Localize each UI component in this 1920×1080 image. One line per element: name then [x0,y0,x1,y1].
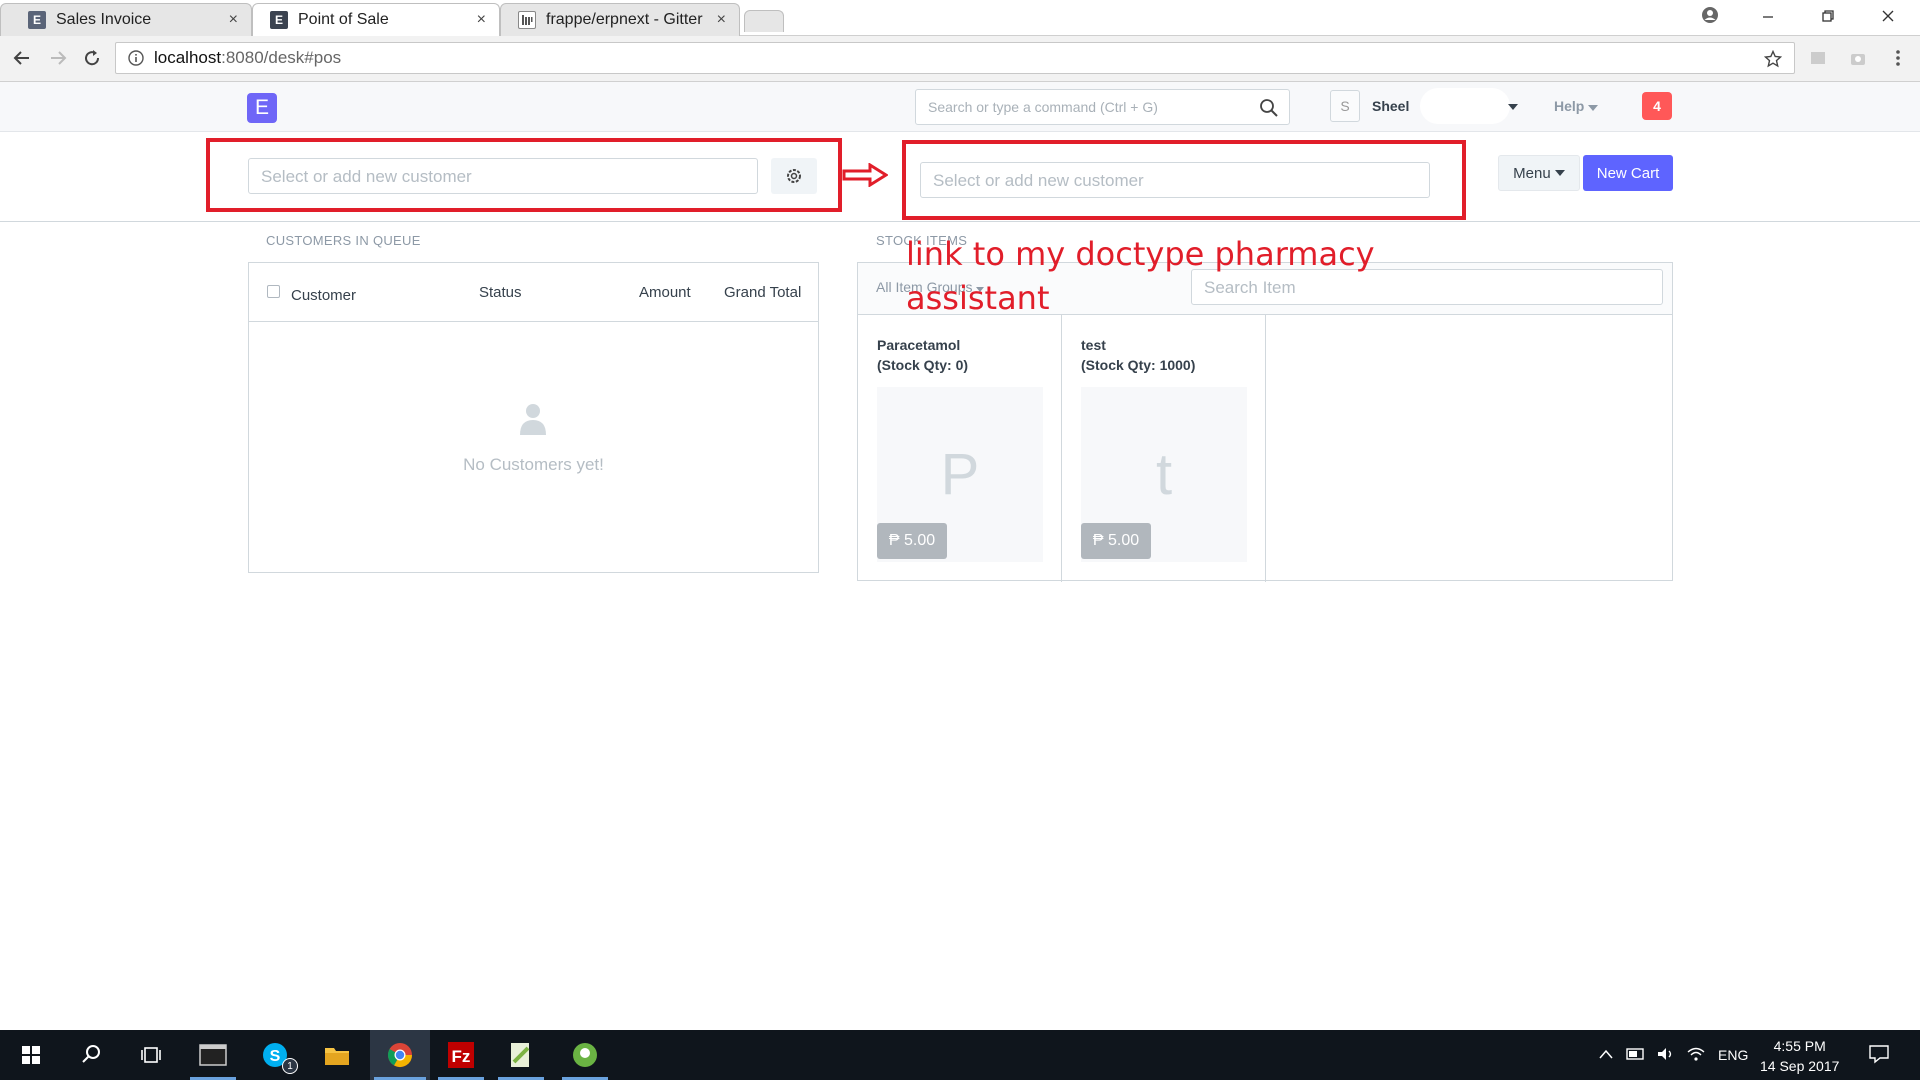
volume-icon[interactable] [1656,1046,1676,1062]
item-stock-qty: (Stock Qty: 1000) [1081,357,1196,373]
user-icon [520,404,546,435]
task-view-icon[interactable] [136,1040,166,1070]
search-icon[interactable] [76,1040,106,1070]
close-icon[interactable]: × [477,11,486,29]
address-bar[interactable]: localhost:8080/desk#pos [115,42,1795,74]
android-studio-icon[interactable] [570,1040,600,1070]
close-icon[interactable]: × [717,11,726,29]
skype-badge: 1 [282,1058,298,1074]
erpnext-logo[interactable]: E [247,93,277,123]
annotation-box-right [902,140,1466,220]
menu-button[interactable]: Menu [1498,155,1580,191]
empty-queue-message: No Customers yet! [463,455,604,474]
annotation-box-left [206,138,842,212]
column-amount: Amount [639,284,691,301]
tab-label: Sales Invoice [56,10,152,28]
column-grand-total: Grand Total [724,284,802,301]
filezilla-icon[interactable]: Fz [446,1040,476,1070]
chevron-up-icon[interactable] [1598,1048,1614,1060]
browser-toolbar: localhost:8080/desk#pos [0,36,1920,82]
erpnext-favicon-icon: E [28,10,46,29]
reload-icon[interactable] [82,48,102,68]
avatar[interactable]: S [1330,90,1360,122]
item-name: test (Stock Qty: 1000) [1081,335,1195,375]
chrome-icon[interactable] [385,1040,415,1070]
app-navbar: E Search or type a command (Ctrl + G) S … [0,82,1920,132]
notepad-plus-icon[interactable] [506,1040,536,1070]
new-cart-button[interactable]: New Cart [1583,155,1673,191]
gitter-favicon-icon [518,10,536,29]
window-close-icon[interactable] [1880,8,1896,24]
system-clock[interactable]: 4:55 PM 14 Sep 2017 [1760,1036,1839,1076]
caret-down-icon [1554,170,1565,176]
terminal-icon[interactable] [198,1040,228,1070]
tab-label: frappe/erpnext - Gitter [546,10,703,28]
notification-badge[interactable]: 4 [1642,92,1672,120]
new-tab-button[interactable] [744,10,784,32]
battery-icon[interactable] [1626,1046,1646,1062]
search-placeholder: Search or type a command (Ctrl + G) [928,99,1158,115]
back-arrow-icon[interactable] [12,48,32,68]
minimize-icon[interactable] [1760,8,1776,24]
windows-taskbar: S 1 Fz ENG 4:55 PM 14 Sep 2017 [0,1030,1920,1080]
caret-down-icon [1588,105,1599,111]
tab-label: Point of Sale [298,10,389,28]
windows-start-icon[interactable] [16,1040,46,1070]
item-name: Paracetamol (Stock Qty: 0) [877,335,968,375]
wifi-icon[interactable] [1686,1046,1706,1062]
queue-table-header: Customer Status Amount Grand Total [249,263,818,322]
profile-icon[interactable] [1700,5,1720,25]
item-title: test [1081,337,1106,353]
customers-queue-panel: Customer Status Amount Grand Total No Cu… [248,262,819,573]
caret-down-icon[interactable] [1508,104,1518,110]
item-price-badge: ₱ 5.00 [1081,523,1151,559]
menu-label: Menu [1513,164,1551,182]
url-path: :8080/desk#pos [221,48,342,67]
language-indicator[interactable]: ENG [1718,1047,1748,1063]
file-explorer-icon[interactable] [322,1040,352,1070]
item-price-badge: ₱ 5.00 [877,523,947,559]
redaction-blur [1420,88,1510,124]
awesome-bar-input[interactable]: Search or type a command (Ctrl + G) [915,89,1290,125]
svg-text:S: S [270,1048,281,1065]
item-title: Paracetamol [877,337,961,353]
annotation-text: link to my doctype pharmacy assistant [906,232,1375,320]
clock-time: 4:55 PM [1773,1038,1826,1054]
user-menu-name[interactable]: Sheel [1372,98,1409,114]
url-host: localhost [154,48,222,67]
clock-date: 14 Sep 2017 [1760,1058,1840,1074]
help-label: Help [1554,98,1585,114]
column-status: Status [479,284,522,301]
annotation-line: assistant [906,279,1050,317]
column-customer: Customer [291,287,357,304]
tab-point-of-sale[interactable]: E Point of Sale × [256,3,500,36]
item-stock-qty: (Stock Qty: 0) [877,357,969,373]
forward-arrow-icon[interactable] [48,48,68,68]
svg-text:Fz: Fz [452,1047,471,1066]
browser-tab-strip: E Sales Invoice × E Point of Sale × frap… [0,0,1920,36]
extension-icon[interactable] [1848,48,1868,68]
info-icon[interactable] [128,50,144,66]
search-icon[interactable] [1259,98,1279,118]
annotation-line: link to my doctype pharmacy [906,235,1375,273]
tab-sales-invoice[interactable]: E Sales Invoice × [14,3,252,36]
action-center-icon[interactable] [1868,1044,1890,1064]
erpnext-favicon-icon: E [270,10,288,29]
select-all-checkbox[interactable] [267,285,280,298]
customers-in-queue-label: CUSTOMERS IN QUEUE [266,233,421,248]
annotation-arrow-icon [842,163,888,187]
more-menu-icon[interactable] [1888,48,1908,68]
tab-gitter[interactable]: frappe/erpnext - Gitter × [504,3,740,36]
item-card[interactable]: Paracetamol (Stock Qty: 0) P ₱ 5.00 [858,315,1062,582]
restore-icon[interactable] [1820,8,1836,24]
help-menu[interactable]: Help [1554,98,1599,114]
bookmark-star-icon[interactable] [1764,50,1782,68]
close-icon[interactable]: × [229,11,238,29]
extension-icon[interactable] [1808,48,1828,68]
item-card[interactable]: test (Stock Qty: 1000) t ₱ 5.00 [1062,315,1266,582]
